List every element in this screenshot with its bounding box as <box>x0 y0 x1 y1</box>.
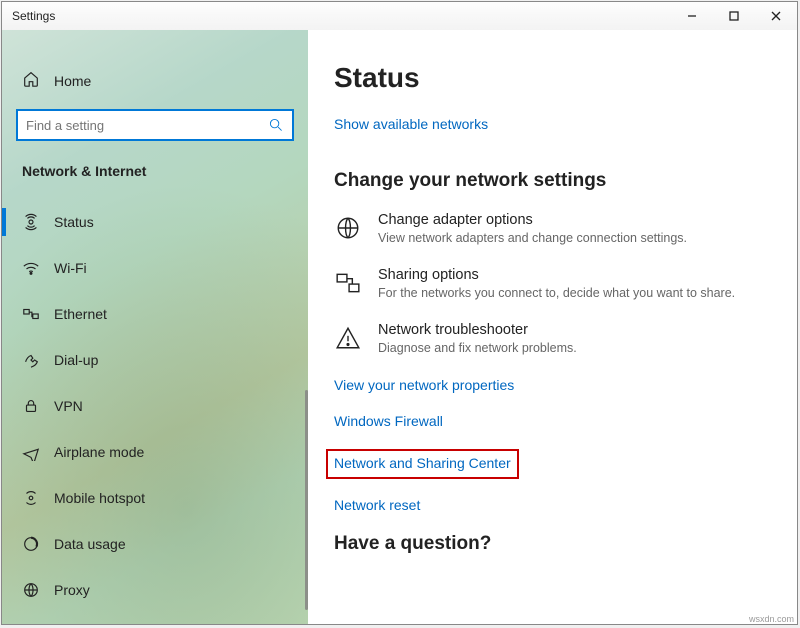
close-button[interactable] <box>755 2 797 30</box>
adapter-desc: View network adapters and change connect… <box>378 231 687 245</box>
link-network-reset[interactable]: Network reset <box>334 497 420 513</box>
nav-item-ethernet[interactable]: Ethernet <box>2 291 308 337</box>
airplane-icon <box>22 443 40 461</box>
link-windows-firewall[interactable]: Windows Firewall <box>334 413 443 429</box>
nav-label: Status <box>54 214 94 230</box>
window-controls <box>671 2 797 30</box>
nav-label: Dial-up <box>54 352 98 368</box>
nav-item-dialup[interactable]: Dial-up <box>2 337 308 383</box>
nav: Status Wi-Fi Ethernet Dial-up VPN <box>2 199 308 613</box>
page-title: Status <box>334 62 771 94</box>
link-network-sharing-center[interactable]: Network and Sharing Center <box>334 455 511 471</box>
nav-label: Data usage <box>54 536 126 552</box>
row-sharing-options[interactable]: Sharing options For the networks you con… <box>334 267 771 300</box>
sharing-desc: For the networks you connect to, decide … <box>378 286 735 300</box>
nav-label: Wi-Fi <box>54 260 87 276</box>
nav-item-airplane[interactable]: Airplane mode <box>2 429 308 475</box>
vpn-icon <box>22 397 40 415</box>
watermark: wsxdn.com <box>749 614 794 624</box>
nav-item-status[interactable]: Status <box>2 199 308 245</box>
wifi-icon <box>22 259 40 277</box>
ethernet-icon <box>22 305 40 323</box>
nav-item-datausage[interactable]: Data usage <box>2 521 308 567</box>
highlight-box: Network and Sharing Center <box>326 449 519 479</box>
nav-item-proxy[interactable]: Proxy <box>2 567 308 613</box>
titlebar: Settings <box>2 2 797 30</box>
trouble-desc: Diagnose and fix network problems. <box>378 341 577 355</box>
nav-label: Proxy <box>54 582 90 598</box>
adapter-title: Change adapter options <box>378 212 687 228</box>
home-icon <box>22 70 40 91</box>
minimize-button[interactable] <box>671 2 713 30</box>
maximize-button[interactable] <box>713 2 755 30</box>
link-show-networks[interactable]: Show available networks <box>334 116 488 132</box>
nav-label: Ethernet <box>54 306 107 322</box>
sharing-icon <box>334 269 362 297</box>
proxy-icon <box>22 581 40 599</box>
search-box[interactable] <box>16 109 294 141</box>
home-label: Home <box>54 73 91 89</box>
nav-label: VPN <box>54 398 83 414</box>
sharing-title: Sharing options <box>378 267 735 283</box>
row-adapter-options[interactable]: Change adapter options View network adap… <box>334 212 771 245</box>
status-icon <box>22 213 40 231</box>
search-input[interactable] <box>18 118 260 133</box>
home-link[interactable]: Home <box>2 66 308 101</box>
main-pane: Status Show available networks Change yo… <box>308 30 797 624</box>
nav-label: Mobile hotspot <box>54 490 145 506</box>
warning-icon <box>334 324 362 352</box>
dialup-icon <box>22 351 40 369</box>
content: Home Network & Internet Status Wi-Fi <box>2 30 797 624</box>
hotspot-icon <box>22 489 40 507</box>
globe-icon <box>334 214 362 242</box>
nav-item-wifi[interactable]: Wi-Fi <box>2 245 308 291</box>
settings-window: Settings Home Network & Internet <box>1 1 798 625</box>
link-network-properties[interactable]: View your network properties <box>334 377 514 393</box>
search-icon <box>260 111 292 139</box>
window-title: Settings <box>2 9 671 23</box>
trouble-title: Network troubleshooter <box>378 322 577 338</box>
nav-label: Airplane mode <box>54 444 144 460</box>
category-title: Network & Internet <box>2 159 308 199</box>
section-title-change: Change your network settings <box>334 170 771 192</box>
row-troubleshooter[interactable]: Network troubleshooter Diagnose and fix … <box>334 322 771 355</box>
sidebar: Home Network & Internet Status Wi-Fi <box>2 30 308 624</box>
nav-item-hotspot[interactable]: Mobile hotspot <box>2 475 308 521</box>
data-usage-icon <box>22 535 40 553</box>
section-title-question: Have a question? <box>334 533 771 555</box>
nav-item-vpn[interactable]: VPN <box>2 383 308 429</box>
